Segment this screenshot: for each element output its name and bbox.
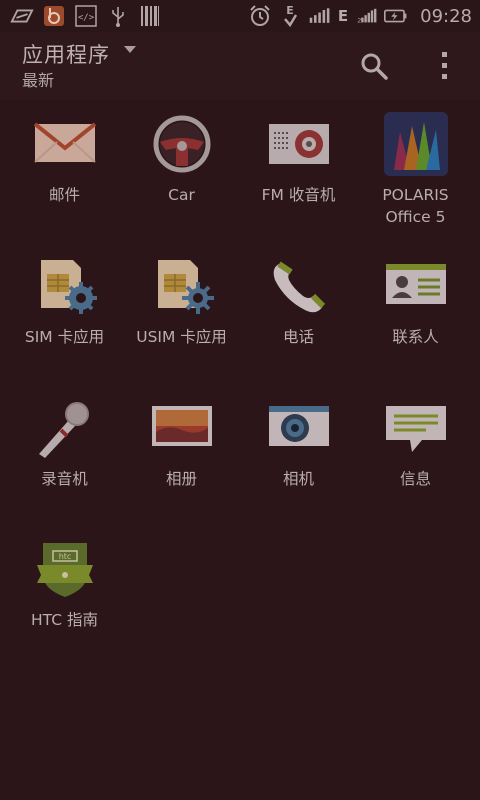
app-label: USIM 卡应用 — [136, 328, 227, 346]
gallery-icon — [151, 406, 212, 446]
battery-charging-icon — [384, 5, 408, 27]
app-mail[interactable]: 邮件 — [6, 112, 123, 206]
b-notification-icon — [42, 5, 66, 27]
camera-icon — [268, 406, 329, 446]
barcode-icon — [138, 5, 162, 27]
wireless-sync-icon — [10, 5, 34, 27]
svg-text:E: E — [286, 4, 294, 17]
signal-strength-2-icon: 2 — [354, 5, 378, 27]
clock: 09:28 — [420, 5, 472, 27]
app-htc-guide[interactable]: htc HTC 指南 — [6, 537, 123, 631]
app-label: 电话 — [282, 328, 314, 346]
app-camera[interactable]: 相机 — [240, 396, 357, 490]
steering-wheel-icon — [153, 115, 210, 173]
app-car[interactable]: Car — [123, 112, 240, 206]
status-bar: </> E E 2 09:28 — [0, 0, 480, 32]
app-label: 相机 — [282, 470, 314, 488]
usim-card-icon — [157, 260, 214, 314]
search-icon[interactable] — [358, 50, 390, 82]
app-usim-toolkit[interactable]: USIM 卡应用 — [123, 254, 240, 348]
app-messages[interactable]: 信息 — [357, 396, 474, 490]
svg-text:htc: htc — [58, 552, 71, 561]
app-voice-recorder[interactable]: 录音机 — [6, 396, 123, 490]
data-activity-icon: E — [278, 4, 302, 28]
app-label: POLARIS Office 5 — [357, 184, 474, 228]
app-label: HTC 指南 — [31, 611, 98, 629]
app-label: FM 收音机 — [261, 186, 336, 204]
app-phone[interactable]: 电话 — [240, 254, 357, 348]
code-icon: </> — [74, 5, 98, 27]
app-label: 联系人 — [392, 328, 439, 346]
overflow-menu-icon[interactable] — [434, 48, 454, 82]
app-label: 相册 — [165, 470, 197, 488]
polaris-office-icon — [383, 112, 448, 176]
app-label: 邮件 — [48, 186, 80, 204]
svg-text:2: 2 — [357, 16, 361, 24]
app-polaris-office[interactable]: POLARIS Office 5 — [357, 112, 474, 228]
app-label: Car — [168, 186, 195, 204]
app-contacts[interactable]: 联系人 — [357, 254, 474, 348]
app-label: 录音机 — [41, 470, 88, 488]
radio-icon — [268, 124, 329, 164]
alarm-icon — [248, 5, 272, 27]
app-label: SIM 卡应用 — [24, 328, 105, 346]
message-icon — [385, 406, 446, 452]
phone-icon — [273, 261, 325, 313]
microphone-icon — [38, 402, 89, 458]
app-fm-radio[interactable]: FM 收音机 — [240, 112, 357, 206]
chevron-down-icon[interactable] — [124, 46, 136, 53]
contacts-icon — [385, 264, 446, 304]
sort-mode-label: 最新 — [22, 71, 55, 90]
sim-card-icon — [40, 260, 97, 314]
usb-icon — [106, 5, 130, 27]
signal-strength-icon — [308, 5, 332, 27]
action-bar: 应用程序 最新 — [0, 32, 480, 100]
app-label: 信息 — [399, 470, 431, 488]
htc-guide-icon: htc — [36, 543, 93, 597]
network-type-label: E — [337, 7, 349, 25]
page-title[interactable]: 应用程序 — [22, 39, 110, 69]
app-label-line1: POLARIS — [382, 186, 449, 204]
app-gallery[interactable]: 相册 — [123, 396, 240, 490]
app-label-line2: Office 5 — [385, 208, 446, 226]
app-sim-toolkit[interactable]: SIM 卡应用 — [6, 254, 123, 348]
mail-icon — [33, 122, 96, 163]
svg-text:</>: </> — [78, 13, 95, 23]
